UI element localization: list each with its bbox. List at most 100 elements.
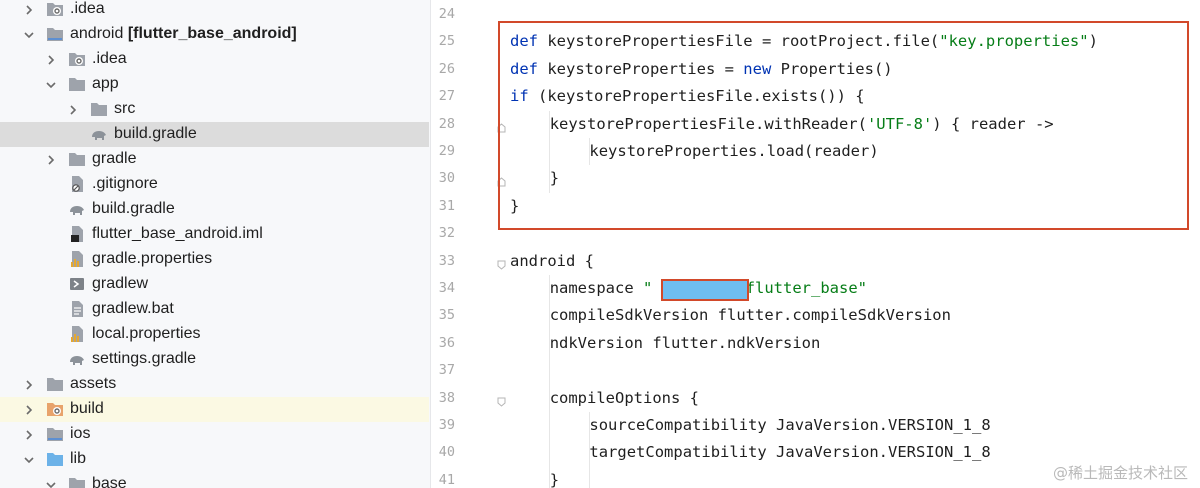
line-number: 39 bbox=[438, 417, 455, 433]
line-number: 26 bbox=[438, 60, 455, 77]
tree-item[interactable]: flutter_base_android.iml bbox=[0, 222, 429, 247]
line-number: 28 bbox=[438, 115, 455, 132]
annotation-highlight-box bbox=[498, 21, 1189, 230]
code-text: } bbox=[549, 470, 560, 488]
line-number: 36 bbox=[438, 334, 455, 351]
code-text: compileOptions { bbox=[549, 388, 699, 407]
tree-item-label: .idea bbox=[70, 0, 105, 17]
line-number: 37 bbox=[438, 362, 455, 379]
code-line[interactable]: 39 sourceCompatibility JavaVersion.VERSIO… bbox=[431, 412, 1200, 439]
line-number: 25 bbox=[438, 33, 455, 50]
folder-icon bbox=[68, 475, 86, 488]
tree-item[interactable]: app bbox=[0, 72, 429, 97]
line-number: 33 bbox=[438, 252, 455, 269]
chevron-right-icon[interactable] bbox=[68, 103, 78, 115]
code-text: android { bbox=[510, 251, 594, 270]
project-tree-panel: .idea android [flutter_base_android] .idea… bbox=[0, 0, 431, 488]
code-line[interactable]: 38 compileOptions { bbox=[431, 385, 1200, 412]
tree-item[interactable]: gradle bbox=[0, 147, 429, 172]
text-file-icon bbox=[68, 300, 86, 318]
tree-item[interactable]: base bbox=[0, 472, 429, 488]
tree-item-label: gradle.properties bbox=[92, 250, 213, 267]
line-number: 24 bbox=[438, 6, 455, 22]
code-text: ndkVersion flutter.ndkVersion bbox=[549, 333, 821, 352]
gradle-elephant-icon bbox=[90, 125, 108, 143]
folder-gear-icon bbox=[68, 50, 86, 68]
tree-item[interactable]: local.properties bbox=[0, 322, 429, 347]
line-number: 35 bbox=[438, 307, 455, 324]
tree-item-label: app bbox=[92, 75, 119, 92]
code-line[interactable]: 36 ndkVersion flutter.ndkVersion bbox=[431, 330, 1200, 357]
tree-item-label: gradlew bbox=[92, 275, 149, 292]
folder-orange-icon bbox=[46, 400, 64, 418]
tree-item[interactable]: ios bbox=[0, 422, 429, 447]
folder-icon bbox=[68, 75, 86, 93]
chevron-down-icon[interactable] bbox=[46, 78, 56, 90]
chevron-right-icon[interactable] bbox=[24, 3, 34, 15]
folder-icon bbox=[90, 100, 108, 118]
tree-item[interactable]: android [flutter_base_android] bbox=[0, 22, 429, 47]
code-line[interactable]: 35 compileSdkVersion flutter.compileSdkVe… bbox=[431, 302, 1200, 329]
watermark: @稀土掘金技术社区 bbox=[1052, 464, 1188, 482]
tree-item-label: lib bbox=[70, 450, 87, 467]
tree-item-label: base bbox=[92, 475, 127, 488]
tree-item-label: .idea bbox=[92, 50, 127, 67]
chevron-right-icon[interactable] bbox=[24, 378, 34, 390]
redacted-namespace-block bbox=[661, 279, 749, 301]
tree-item[interactable]: build.gradle bbox=[0, 122, 429, 147]
chevron-right-icon[interactable] bbox=[46, 53, 56, 65]
tree-item-label: gradle bbox=[92, 150, 137, 167]
tree-item[interactable]: settings.gradle bbox=[0, 347, 429, 372]
indent-guide bbox=[589, 412, 590, 488]
tree-item[interactable]: build bbox=[0, 397, 429, 422]
code-text: targetCompatibility JavaVersion.VERSION_… bbox=[589, 443, 991, 462]
code-line[interactable]: 37 bbox=[431, 357, 1200, 384]
tree-item[interactable]: src bbox=[0, 97, 429, 122]
script-file-icon bbox=[68, 275, 86, 293]
chevron-down-icon[interactable] bbox=[46, 478, 56, 488]
code-line[interactable]: 33 android { bbox=[431, 248, 1200, 275]
folder-icon bbox=[46, 375, 64, 393]
tree-item[interactable]: gradlew bbox=[0, 272, 429, 297]
tree-item-label: local.properties bbox=[92, 325, 201, 342]
indent-guide bbox=[549, 275, 550, 488]
tree-item[interactable]: .gitignore bbox=[0, 172, 429, 197]
tree-item-label: flutter_base_android.iml bbox=[92, 225, 263, 242]
line-number: 29 bbox=[438, 143, 455, 159]
line-number: 40 bbox=[438, 444, 455, 461]
tree-item[interactable]: gradle.properties bbox=[0, 247, 429, 272]
fold-marker-icon[interactable] bbox=[497, 394, 506, 407]
iml-file-icon bbox=[68, 225, 86, 243]
tree-item[interactable]: gradlew.bat bbox=[0, 297, 429, 322]
chevron-right-icon[interactable] bbox=[24, 428, 34, 440]
tree-item-label: .gitignore bbox=[92, 175, 158, 192]
line-number: 31 bbox=[438, 197, 455, 214]
chevron-right-icon[interactable] bbox=[46, 153, 56, 165]
line-number: 38 bbox=[438, 389, 455, 406]
folder-blue-icon bbox=[46, 450, 64, 468]
tree-item-label: gradlew.bat bbox=[92, 300, 174, 317]
chevron-right-icon[interactable] bbox=[24, 403, 34, 415]
tree-item[interactable]: build.gradle bbox=[0, 197, 429, 222]
properties-file-icon bbox=[68, 325, 86, 343]
tree-item[interactable]: lib bbox=[0, 447, 429, 472]
chevron-down-icon[interactable] bbox=[24, 28, 34, 40]
tree-item-label: settings.gradle bbox=[92, 350, 197, 367]
gradle-elephant-icon bbox=[68, 200, 86, 218]
folder-gear-icon bbox=[46, 0, 64, 18]
line-number: 27 bbox=[438, 88, 455, 105]
tree-item-label: src bbox=[114, 100, 136, 117]
gitignore-file-icon bbox=[68, 175, 86, 193]
line-number: 32 bbox=[438, 225, 455, 242]
tree-item[interactable]: .idea bbox=[0, 47, 429, 72]
code-text: sourceCompatibility JavaVersion.VERSION_… bbox=[589, 416, 991, 434]
code-text: compileSdkVersion flutter.compileSdkVers… bbox=[549, 306, 951, 325]
fold-marker-icon[interactable] bbox=[497, 257, 506, 270]
chevron-down-icon[interactable] bbox=[24, 453, 34, 465]
tree-item[interactable]: assets bbox=[0, 372, 429, 397]
tree-item-label: build.gradle bbox=[114, 125, 197, 142]
tree-item-label: android [flutter_base_android] bbox=[70, 25, 297, 42]
tree-item[interactable]: .idea bbox=[0, 0, 429, 22]
code-line[interactable]: 34 namespace " flutter_base" bbox=[431, 275, 1200, 302]
gradle-elephant-icon bbox=[68, 350, 86, 368]
